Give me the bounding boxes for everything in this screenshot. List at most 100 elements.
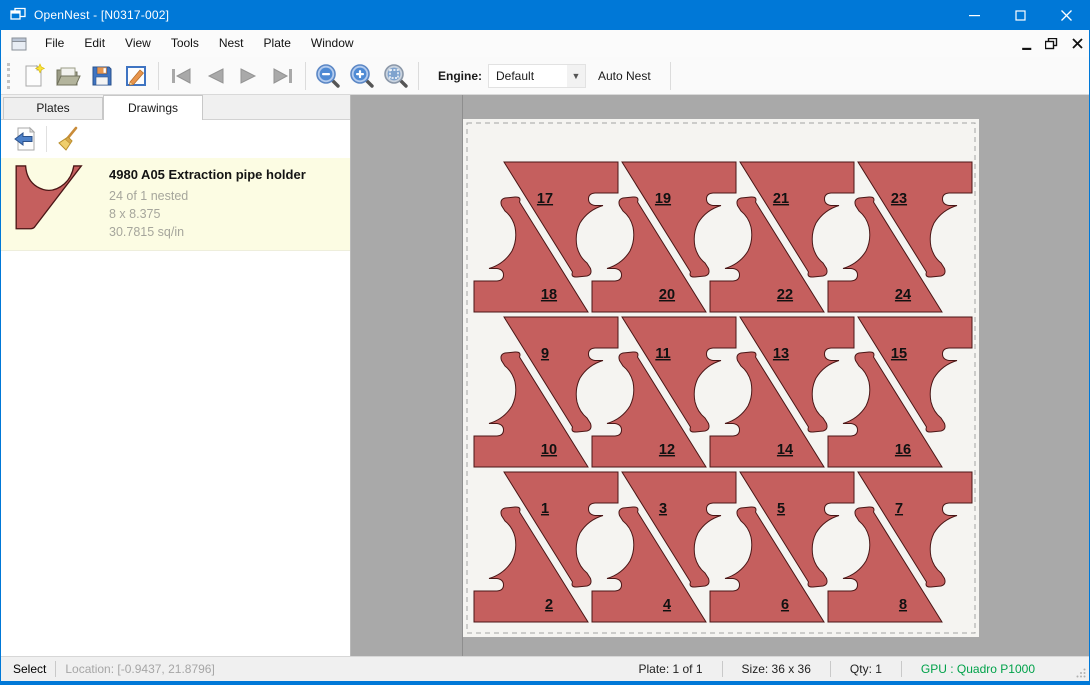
chevron-down-icon: ▼ [567,65,585,87]
part-number-label: 9 [541,346,549,362]
nest-canvas[interactable]: 171819202122232491011121314151612345678 [351,95,1089,656]
part-number-label: 22 [777,287,793,303]
plate-qty: Qty: 1 [840,662,892,676]
statusbar-separator [722,661,723,677]
status-bar: Select Location: [-0.9437, 21.8796] Plat… [1,656,1089,681]
toolbar-separator [305,62,306,90]
part-number-label: 23 [891,191,907,207]
tab-drawings[interactable]: Drawings [103,95,203,120]
plate-svg[interactable]: 171819202122232491011121314151612345678 [463,119,979,637]
drawing-size: 8 x 8.375 [109,205,306,223]
import-drawing-icon [13,126,37,152]
zoom-out-button[interactable] [311,60,345,92]
go-next-icon [238,67,260,85]
cursor-location: Location: [-0.9437, 21.8796] [65,662,214,676]
window-title: OpenNest - [N0317-002] [34,8,169,22]
minimize-button[interactable] [951,0,997,30]
part-number-label: 20 [659,287,675,303]
new-file-button[interactable] [17,60,51,92]
part-number-label: 14 [777,442,793,458]
toolbar-separator [670,62,671,90]
sidebar: Plates Drawings [1,95,351,656]
open-file-button[interactable] [51,60,85,92]
toolbar-grip[interactable] [7,63,11,89]
menu-item-tools[interactable]: Tools [161,30,209,57]
auto-nest-button[interactable]: Auto Nest [598,69,651,83]
part-number-label: 2 [545,597,553,613]
statusbar-separator [830,661,831,677]
go-previous-button[interactable] [198,60,232,92]
menu-bar: File Edit View Tools Nest Plate Window ▁ [1,30,1089,57]
go-first-icon [169,67,193,85]
app-icon [10,7,26,23]
plate-count: Plate: 1 of 1 [628,662,712,676]
drawing-list-item[interactable]: 4980 A05 Extraction pipe holder 24 of 1 … [1,158,350,251]
toolbar-separator [158,62,159,90]
tab-plates[interactable]: Plates [3,97,103,119]
plate-size: Size: 36 x 36 [732,662,821,676]
app-window: OpenNest - [N0317-002] File Edit View To… [0,0,1090,685]
save-icon [90,64,114,88]
import-drawing-button[interactable] [9,124,41,154]
part-number-label: 6 [781,597,789,613]
part-number-label: 16 [895,442,911,458]
part-number-label: 4 [663,597,671,613]
save-button[interactable] [85,60,119,92]
minimize-icon [969,10,980,21]
part-number-label: 15 [891,346,907,362]
engine-select[interactable]: Default ▼ [488,64,586,88]
menu-item-view[interactable]: View [115,30,161,57]
save-as-button[interactable] [119,60,153,92]
mode-indicator: Select [13,662,46,676]
zoom-fit-button[interactable] [379,60,413,92]
drawing-nested-count: 24 of 1 nested [109,187,306,205]
go-previous-icon [204,67,226,85]
resize-grip[interactable] [1076,668,1086,678]
go-last-icon [271,67,295,85]
zoom-fit-icon [383,63,409,89]
go-last-button[interactable] [266,60,300,92]
sidebar-tabs: Plates Drawings [1,95,350,120]
open-file-icon [55,64,81,88]
part-number-label: 7 [895,501,903,517]
maximize-button[interactable] [997,0,1043,30]
menu-item-nest[interactable]: Nest [209,30,254,57]
menu-item-edit[interactable]: Edit [74,30,115,57]
document-window-icon [11,37,27,51]
part-number-label: 19 [655,191,671,207]
save-as-icon [124,64,148,88]
child-restore-button[interactable] [1045,38,1058,50]
engine-label: Engine: [438,69,482,83]
part-number-label: 10 [541,442,557,458]
part-number-label: 17 [537,191,553,207]
menu-item-file[interactable]: File [35,30,74,57]
clean-button[interactable] [52,124,84,154]
part-number-label: 13 [773,346,789,362]
part-number-label: 24 [895,287,911,303]
part-number-label: 12 [659,442,675,458]
menu-item-window[interactable]: Window [301,30,364,57]
statusbar-separator [901,661,902,677]
zoom-in-button[interactable] [345,60,379,92]
part-thumbnail [15,165,91,233]
engine-value: Default [496,69,534,83]
gpu-indicator: GPU : Quadro P1000 [911,662,1045,676]
maximize-icon [1015,10,1026,21]
child-minimize-button[interactable]: ▁ [1023,39,1031,49]
go-first-button[interactable] [164,60,198,92]
toolbar-separator [46,126,47,152]
drawing-title: 4980 A05 Extraction pipe holder [109,167,306,182]
clean-icon [56,126,80,152]
close-icon [1061,10,1072,21]
part-number-label: 5 [777,501,785,517]
zoom-in-icon [349,63,375,89]
part-number-label: 18 [541,287,557,303]
go-next-button[interactable] [232,60,266,92]
close-button[interactable] [1043,0,1089,30]
part-number-label: 8 [899,597,907,613]
part-number-label: 11 [655,346,670,362]
zoom-out-icon [315,63,341,89]
menu-item-plate[interactable]: Plate [254,30,301,57]
toolbar-separator [418,62,419,90]
child-close-button[interactable] [1072,38,1083,49]
